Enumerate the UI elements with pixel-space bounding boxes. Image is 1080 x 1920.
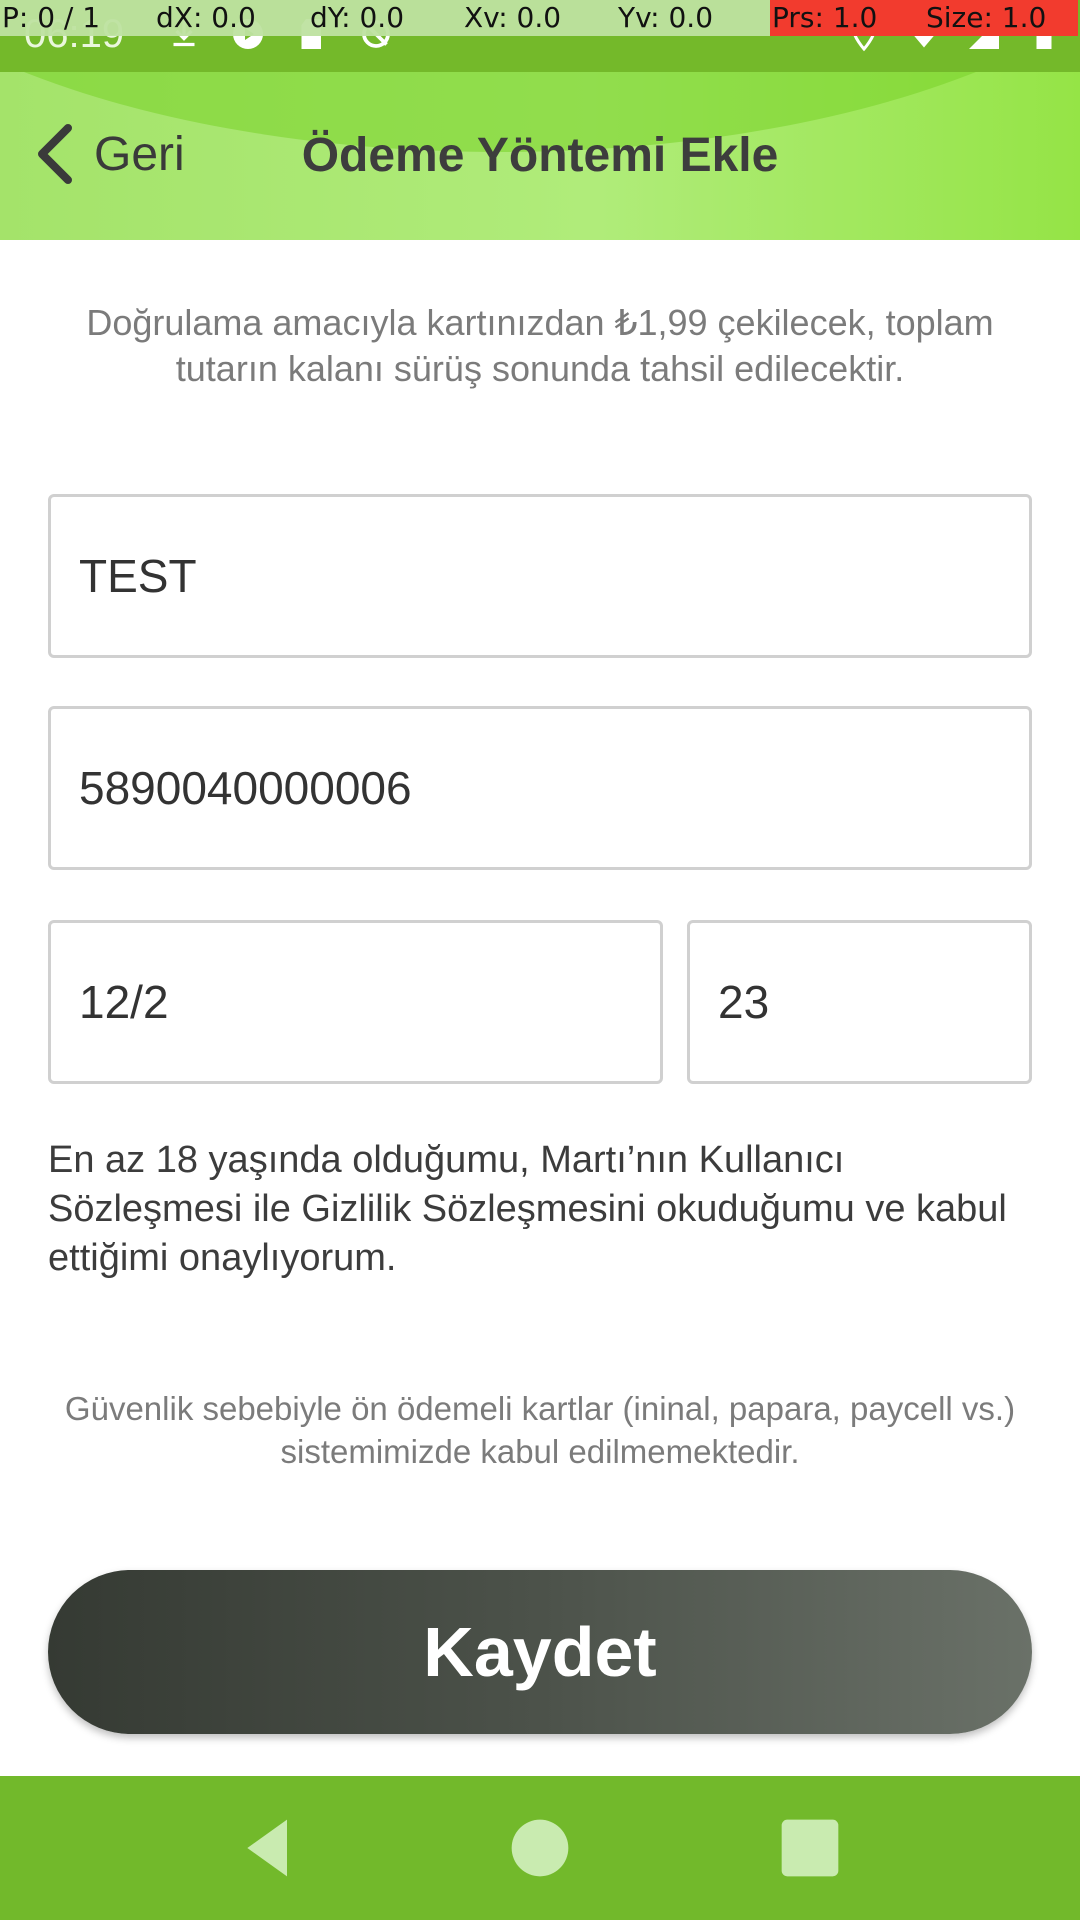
- debug-dx: dX: 0.0: [154, 0, 308, 36]
- back-label: Geri: [94, 127, 185, 181]
- nav-home-icon[interactable]: [506, 1814, 574, 1882]
- prepaid-card-note: Güvenlik sebebiyle ön ödemeli kartlar (i…: [64, 1390, 1016, 1470]
- app-header: Ödeme Yöntemi Ekle Geri: [0, 72, 1080, 240]
- back-button[interactable]: Geri: [34, 122, 185, 186]
- cvc-input[interactable]: [687, 920, 1032, 1084]
- debug-xv: Xv: 0.0: [462, 0, 616, 36]
- card-holder-input[interactable]: [48, 494, 1032, 658]
- nav-back-icon[interactable]: [236, 1814, 304, 1882]
- debug-dy: dY: 0.0: [308, 0, 462, 36]
- debug-yv: Yv: 0.0: [616, 0, 770, 36]
- consent-text[interactable]: En az 18 yaşında olduğumu, Martı’nın Kul…: [48, 1136, 1038, 1283]
- expiry-date-input[interactable]: [48, 920, 663, 1084]
- save-button[interactable]: Kaydet: [48, 1570, 1032, 1734]
- debug-size: Size: 1.0: [924, 0, 1078, 36]
- nav-recents-icon[interactable]: [776, 1814, 844, 1882]
- navigation-bar: [0, 1776, 1080, 1920]
- card-number-input[interactable]: [48, 706, 1032, 870]
- chevron-left-icon: [38, 124, 72, 184]
- verification-info-text: Doğrulama amacıyla kartınızdan ₺1,99 çek…: [86, 302, 994, 389]
- debug-pointer: P: 0 / 1: [0, 0, 154, 36]
- debug-pressure: Prs: 1.0: [770, 0, 924, 36]
- pointer-location-overlay: P: 0 / 1 dX: 0.0 dY: 0.0 Xv: 0.0 Yv: 0.0…: [0, 0, 1080, 36]
